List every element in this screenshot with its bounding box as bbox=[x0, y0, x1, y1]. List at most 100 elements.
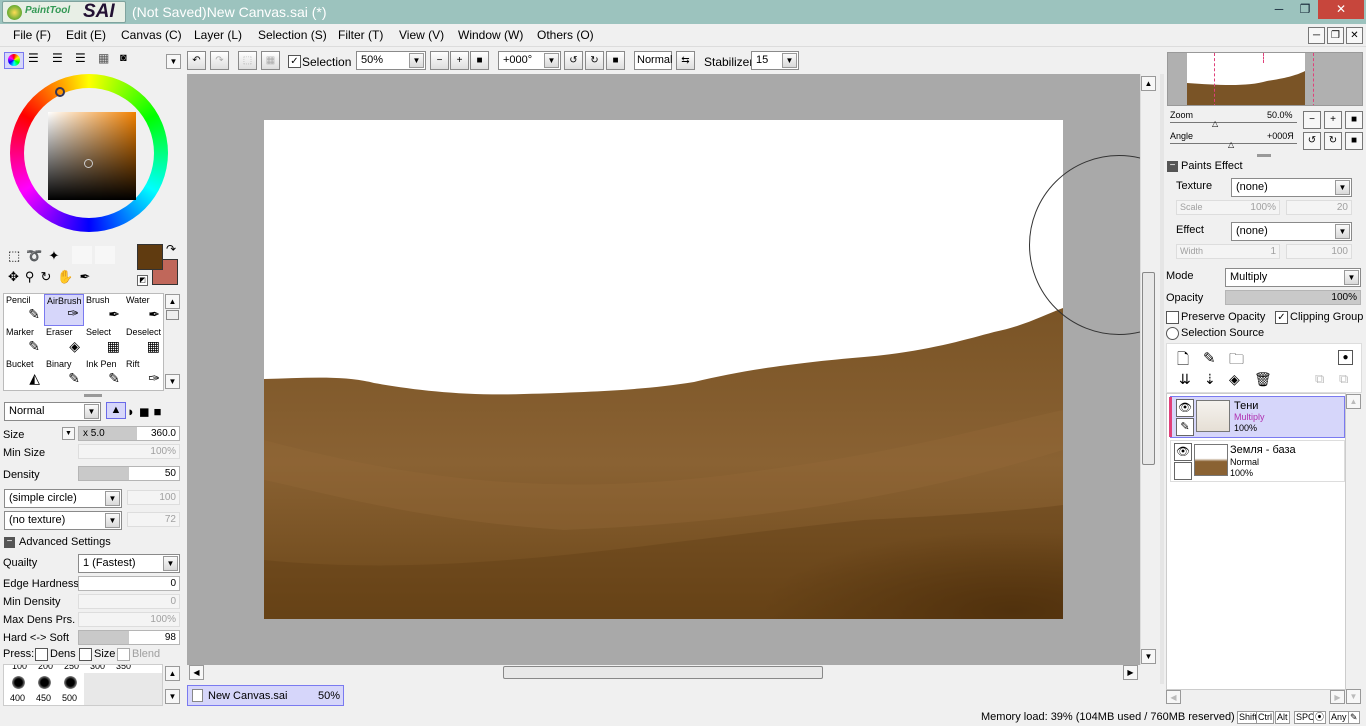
layer-item-teni[interactable]: 👁 ✎ Тени Multiply 100% bbox=[1169, 396, 1345, 438]
menu-others[interactable]: Others (O) bbox=[537, 28, 594, 42]
brush-size-preset[interactable]: 500 bbox=[58, 673, 83, 705]
scroll-up-icon[interactable]: ▲ bbox=[165, 666, 180, 681]
mdi-restore-icon[interactable]: ❐ bbox=[1327, 27, 1344, 44]
link-mask-icon[interactable]: ⧉ bbox=[1339, 371, 1348, 387]
nav-zoom-thumb-icon[interactable]: △ bbox=[1212, 120, 1218, 128]
effect-width-slider[interactable]: Width 1 bbox=[1176, 244, 1280, 259]
eyedropper-icon[interactable]: ✒ bbox=[80, 269, 97, 284]
menu-layer[interactable]: Layer (L) bbox=[194, 28, 242, 42]
max-dens-prs-slider[interactable]: 100% bbox=[78, 612, 180, 627]
brush-texture-strength[interactable]: 72 bbox=[127, 512, 180, 527]
scroll-down-icon[interactable]: ▼ bbox=[1346, 689, 1361, 704]
apply-mask-icon[interactable]: ⧉ bbox=[1315, 371, 1324, 387]
menu-window[interactable]: Window (W) bbox=[458, 28, 523, 42]
color-panel-menu-icon[interactable]: ▼ bbox=[166, 54, 181, 69]
scratchpad-tab-icon[interactable]: ◙ bbox=[120, 53, 138, 66]
clipping-group-checkbox[interactable]: ✓ bbox=[1275, 311, 1288, 324]
scroll-up-icon[interactable]: ▲ bbox=[1141, 76, 1156, 91]
brush-shape-select[interactable]: (simple circle) ▼ bbox=[4, 489, 122, 508]
quality-select[interactable]: 1 (Fastest) ▼ bbox=[78, 554, 180, 573]
view-blend-select[interactable]: Normal bbox=[634, 51, 672, 70]
press-dens-checkbox[interactable] bbox=[35, 648, 48, 661]
menu-view[interactable]: View (V) bbox=[399, 28, 444, 42]
hard-soft-slider[interactable]: 98 bbox=[78, 630, 180, 645]
layer-list-hscrollbar[interactable]: ◀ ▶ bbox=[1166, 690, 1346, 704]
min-density-slider[interactable]: 0 bbox=[78, 594, 180, 609]
move-icon[interactable]: ✥ bbox=[8, 269, 25, 284]
brush-size-preset-label[interactable]: 200 bbox=[38, 665, 53, 671]
min-size-slider[interactable]: 100% bbox=[78, 444, 180, 459]
color-bar-tab-icon[interactable]: ☰ bbox=[75, 52, 91, 66]
undo-button[interactable]: ↶ bbox=[187, 51, 206, 70]
layer-lock-slot[interactable] bbox=[1174, 462, 1192, 480]
tool-eraser[interactable]: Eraser ◈ bbox=[44, 326, 84, 358]
menu-file[interactable]: File (F) bbox=[13, 28, 51, 42]
navigator-preview[interactable] bbox=[1167, 52, 1363, 106]
scroll-down-icon[interactable]: ▼ bbox=[1141, 649, 1156, 664]
rgb-slider-tab-icon[interactable]: ☰ bbox=[28, 52, 44, 66]
scroll-thumb[interactable] bbox=[166, 310, 179, 320]
nav-zoom-out-icon[interactable]: − bbox=[1303, 111, 1321, 129]
brush-size-preset-label[interactable]: 350 bbox=[116, 665, 131, 671]
panel-splitter[interactable] bbox=[84, 394, 102, 397]
scroll-right-icon[interactable]: ▶ bbox=[1330, 690, 1345, 704]
rotate-right-button[interactable]: ↻ bbox=[585, 51, 604, 70]
mdi-minimize-icon[interactable]: ─ bbox=[1308, 27, 1325, 44]
tool-grid-scrollbar[interactable]: ▲ ▼ bbox=[164, 293, 181, 391]
panel-splitter[interactable] bbox=[1257, 154, 1271, 157]
canvas-area[interactable] bbox=[187, 74, 1140, 665]
tool-brush[interactable]: Brush ✒ bbox=[84, 294, 124, 326]
brush-shape-strength[interactable]: 100 bbox=[127, 490, 180, 505]
rect-select-icon[interactable]: ⬚ bbox=[8, 248, 26, 263]
zoom-reset-button[interactable]: ■ bbox=[470, 51, 489, 70]
nav-rotate-right-icon[interactable]: ↻ bbox=[1324, 132, 1342, 150]
layer-mode-select[interactable]: Multiply ▼ bbox=[1225, 268, 1361, 287]
nav-zoom-slider[interactable] bbox=[1170, 122, 1297, 123]
visibility-eye-icon[interactable]: 👁 bbox=[1176, 399, 1194, 417]
hue-marker[interactable] bbox=[55, 87, 65, 97]
brush-shape-flat-icon[interactable]: ◼ bbox=[139, 404, 154, 419]
brush-size-preset-label[interactable]: 250 bbox=[64, 665, 79, 671]
new-linework-layer-icon[interactable]: ✎ bbox=[1203, 349, 1216, 367]
zoom-select[interactable]: 50% ▼ bbox=[356, 51, 426, 70]
saturation-value-square[interactable] bbox=[48, 112, 136, 200]
restore-button[interactable]: ❐ bbox=[1292, 0, 1318, 19]
tool-select[interactable]: Select ▦ bbox=[84, 326, 124, 358]
edge-hardness-slider[interactable]: 0 bbox=[78, 576, 180, 591]
texture-select[interactable]: (none) ▼ bbox=[1231, 178, 1352, 197]
brush-texture-select[interactable]: (no texture) ▼ bbox=[4, 511, 122, 530]
minimize-button[interactable]: ─ bbox=[1266, 0, 1292, 19]
visibility-eye-icon[interactable]: 👁 bbox=[1174, 443, 1192, 461]
layer-mask-icon[interactable]: ● bbox=[1338, 350, 1353, 365]
color-picker-marker[interactable] bbox=[84, 159, 93, 168]
brush-shape-square-icon[interactable]: ■ bbox=[154, 404, 166, 419]
nav-rotate-left-icon[interactable]: ↺ bbox=[1303, 132, 1321, 150]
menu-filter[interactable]: Filter (T) bbox=[338, 28, 383, 42]
menu-edit[interactable]: Edit (E) bbox=[66, 28, 106, 42]
scroll-down-icon[interactable]: ▼ bbox=[165, 689, 180, 704]
tool-ink-pen[interactable]: Ink Pen ✎ bbox=[84, 358, 124, 390]
scroll-up-icon[interactable]: ▲ bbox=[165, 294, 180, 309]
nav-angle-thumb-icon[interactable]: △ bbox=[1228, 141, 1234, 149]
effect-select[interactable]: (none) ▼ bbox=[1231, 222, 1352, 241]
brush-shape-round-icon[interactable]: ◗ bbox=[127, 404, 139, 419]
scroll-left-icon[interactable]: ◀ bbox=[1166, 690, 1181, 704]
vertical-scroll-thumb[interactable] bbox=[1142, 272, 1155, 465]
brush-size-preset-label[interactable]: 300 bbox=[90, 665, 105, 671]
collapse-paints-effect-icon[interactable]: − bbox=[1167, 161, 1178, 172]
nav-rotate-reset-icon[interactable]: ■ bbox=[1345, 132, 1363, 150]
layer-item-zemlya-baza[interactable]: 👁 Земля - база Normal 100% bbox=[1170, 440, 1345, 482]
tool-rift[interactable]: Rift ✑ bbox=[124, 358, 164, 390]
scroll-down-icon[interactable]: ▼ bbox=[165, 374, 180, 389]
merge-down-icon[interactable]: ⇣ bbox=[1204, 371, 1216, 388]
press-blend-checkbox[interactable] bbox=[117, 648, 130, 661]
press-size-checkbox[interactable] bbox=[79, 648, 92, 661]
tool-binary[interactable]: Binary ✎ bbox=[44, 358, 84, 390]
right-splitter[interactable] bbox=[1160, 74, 1164, 684]
scroll-right-icon[interactable]: ▶ bbox=[1123, 665, 1138, 680]
brush-shape-sharp-icon[interactable]: ▲ bbox=[106, 402, 126, 419]
size-multiplier-dropdown-icon[interactable]: ▼ bbox=[62, 427, 75, 440]
clear-layer-icon[interactable]: ◈ bbox=[1229, 371, 1240, 388]
close-button[interactable]: ✕ bbox=[1318, 0, 1364, 19]
rotation-reset-button[interactable]: ■ bbox=[606, 51, 625, 70]
